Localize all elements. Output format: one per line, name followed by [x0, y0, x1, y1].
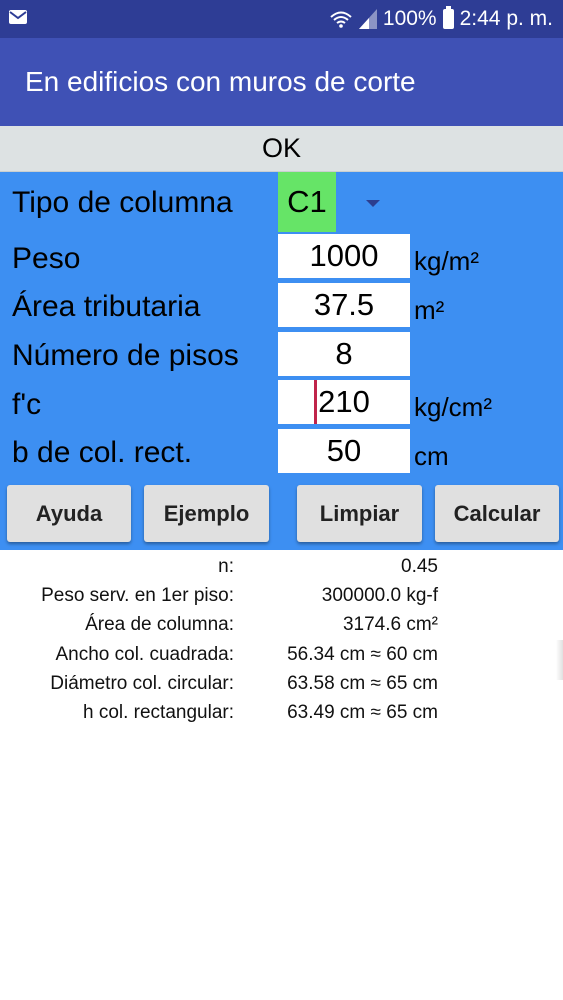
peso-label: Peso	[12, 242, 81, 275]
result-value: 300000.0 kg-f	[321, 585, 438, 606]
fc-input[interactable]: 210	[278, 380, 410, 424]
status-bar: 100% 2:44 p. m.	[0, 0, 563, 38]
result-row: Ancho col. cuadrada: 56.34 cm ≈ 60 cm	[0, 644, 563, 673]
ejemplo-button[interactable]: Ejemplo	[144, 485, 269, 542]
tipo-columna-label: Tipo de columna	[12, 186, 233, 219]
scroll-edge-shadow	[556, 640, 563, 680]
area-tributaria-label: Área tributaria	[12, 290, 201, 323]
area-tributaria-unit: m²	[414, 295, 445, 325]
text-cursor	[314, 380, 317, 424]
chevron-down-icon[interactable]	[366, 200, 380, 207]
result-key: Área de columna:	[85, 614, 234, 635]
mail-icon	[9, 10, 27, 24]
tipo-columna-select[interactable]: C1	[278, 172, 336, 232]
result-row: Peso serv. en 1er piso: 300000.0 kg-f	[0, 585, 563, 614]
result-key: Peso serv. en 1er piso:	[41, 585, 234, 606]
result-row: Área de columna: 3174.6 cm²	[0, 614, 563, 643]
ok-bar[interactable]: OK	[0, 126, 563, 172]
b-col-input[interactable]: 50	[278, 429, 410, 473]
limpiar-button[interactable]: Limpiar	[297, 485, 422, 542]
numero-pisos-label: Número de pisos	[12, 339, 239, 372]
clock: 2:44 p. m.	[459, 7, 553, 30]
ayuda-button[interactable]: Ayuda	[7, 485, 131, 542]
fc-unit: kg/cm²	[414, 392, 492, 422]
status-right: 100% 2:44 p. m.	[329, 5, 553, 33]
result-row: h col. rectangular: 63.49 cm ≈ 65 cm	[0, 702, 563, 731]
ok-label: OK	[261, 133, 301, 163]
result-value: 0.45	[401, 556, 438, 577]
area-tributaria-input[interactable]: 37.5	[278, 283, 410, 327]
result-value: 63.49 cm ≈ 65 cm	[287, 702, 438, 723]
signal-icon	[358, 9, 377, 29]
result-value: 3174.6 cm²	[342, 614, 438, 635]
result-row: n: 0.45	[0, 556, 563, 585]
result-value: 56.34 cm ≈ 60 cm	[287, 644, 438, 665]
battery-percent: 100%	[382, 7, 437, 30]
result-key: n:	[218, 556, 234, 577]
app-bar: En edificios con muros de corte	[0, 38, 563, 126]
fc-label: f'c	[12, 388, 42, 421]
numero-pisos-input[interactable]: 8	[278, 332, 410, 376]
result-key: Ancho col. cuadrada:	[55, 644, 234, 665]
input-form: Tipo de columna C1 Peso 1000 kg/m² Área …	[0, 172, 563, 550]
peso-unit: kg/m²	[414, 246, 479, 276]
wifi-icon	[330, 11, 352, 28]
result-key: h col. rectangular:	[82, 702, 234, 723]
battery-icon	[442, 6, 454, 29]
peso-input[interactable]: 1000	[278, 234, 410, 278]
b-col-label: b de col. rect.	[12, 436, 193, 469]
result-value: 63.58 cm ≈ 65 cm	[287, 673, 438, 694]
result-key: Diámetro col. circular:	[50, 673, 234, 694]
calcular-button[interactable]: Calcular	[435, 485, 559, 542]
app-title: En edificios con muros de corte	[25, 66, 416, 97]
b-col-unit: cm	[414, 441, 449, 471]
result-row: Diámetro col. circular: 63.58 cm ≈ 65 cm	[0, 673, 563, 702]
